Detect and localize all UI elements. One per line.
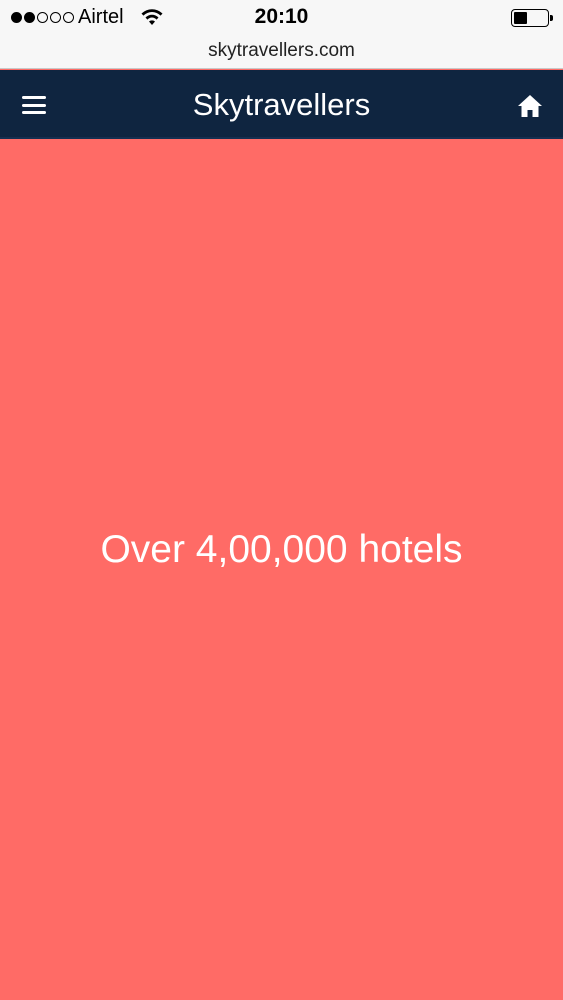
battery-icon <box>511 9 553 27</box>
status-bar: Airtel 20:10 <box>0 0 563 34</box>
url-text: skytravellers.com <box>208 40 355 61</box>
address-bar[interactable]: skytravellers.com <box>0 34 563 69</box>
status-time: 20:10 <box>254 5 309 28</box>
site-title: Skytravellers <box>192 87 371 122</box>
hero-banner: Over 4,00,000 hotels <box>0 140 563 1000</box>
app-header: Skytravellers <box>0 70 563 139</box>
home-icon[interactable] <box>517 94 543 118</box>
hamburger-menu-icon[interactable] <box>22 96 46 114</box>
hero-headline: Over 4,00,000 hotels <box>100 528 463 571</box>
